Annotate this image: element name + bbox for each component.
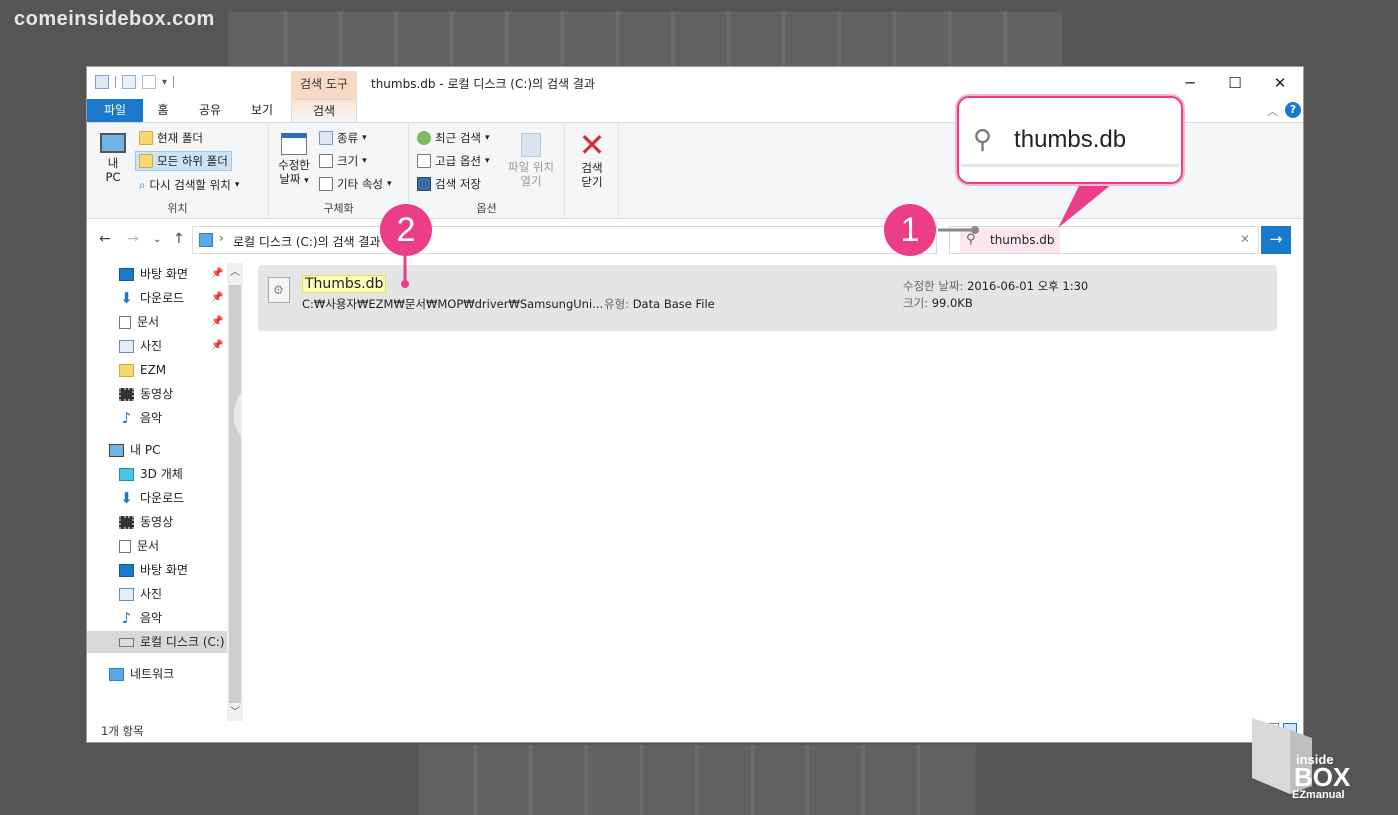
callout-search-icon: ⚲ — [973, 124, 993, 154]
callout-pointer — [1058, 184, 1112, 228]
badge-2-connector-dot — [401, 280, 409, 288]
insidebox-logo: inside BOX EZmanual — [1250, 716, 1380, 801]
search-callout: ⚲ thumbs.db — [957, 96, 1183, 184]
step-badge-2: 2 — [380, 204, 432, 256]
annotation-overlay — [401, 184, 1112, 288]
badge-1-connector-dot — [971, 226, 979, 234]
callout-search-text: thumbs.db — [1014, 125, 1127, 153]
insidebox-logo-graphic: inside BOX EZmanual — [1252, 718, 1351, 801]
svg-text:BOX: BOX — [1294, 762, 1351, 792]
svg-text:EZmanual: EZmanual — [1292, 789, 1345, 800]
step-badge-1: 1 — [884, 204, 936, 256]
